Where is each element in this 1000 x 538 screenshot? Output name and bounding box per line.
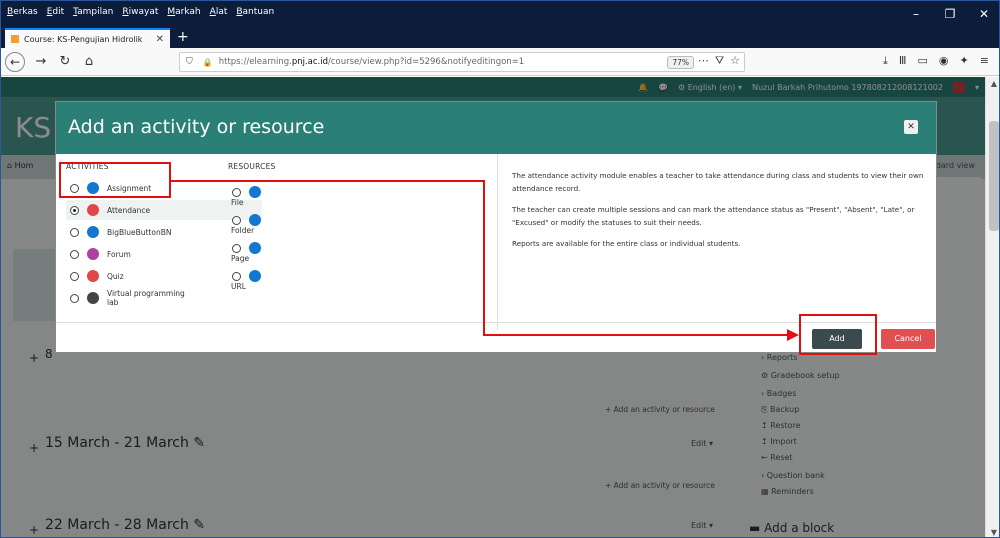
annotation-box-attendance — [59, 162, 171, 198]
menu-markah[interactable]: Markah — [167, 7, 200, 17]
activity-label: BigBlueButtonBN — [107, 227, 172, 237]
radio-button[interactable] — [70, 249, 79, 259]
tab-title: Course: KS-Pengujian Hidrolik — [24, 34, 143, 44]
activity-label: Quiz — [107, 271, 124, 281]
activity-option[interactable]: Quiz — [66, 266, 216, 286]
dialog-divider — [497, 154, 498, 330]
browser-navbar: ← → ↻ ⌂ ⛉ 🔒 https://elearning.pnj.ac.id/… — [1, 48, 999, 76]
activity-description: The attendance activity module enables a… — [512, 170, 930, 260]
resource-icon — [249, 242, 261, 254]
browser-menubar: Berkas Edit Tampilan Riwayat Markah Alat… — [1, 1, 999, 27]
back-icon[interactable]: ← — [5, 52, 25, 72]
extension-icon[interactable]: ✦ — [959, 54, 968, 68]
moodle-favicon-icon — [11, 35, 19, 43]
pocket-icon[interactable]: ⛛ — [715, 54, 724, 68]
activity-icon — [87, 226, 99, 238]
url-text: https://elearning.pnj.ac.id/course/view.… — [218, 57, 525, 67]
resources-column: RESOURCES File Folder Page URL — [228, 162, 328, 291]
cancel-button[interactable]: Cancel — [881, 329, 935, 349]
url-actions: ⋯ ⛛ ☆ — [698, 54, 740, 68]
radio-button[interactable] — [70, 293, 79, 303]
radio-button[interactable] — [232, 243, 241, 253]
activity-icon — [87, 270, 99, 282]
dialog-title: Add an activity or resource — [68, 116, 325, 138]
library-icon[interactable]: Ⅲ — [899, 54, 907, 68]
radio-button[interactable] — [232, 271, 241, 281]
download-icon[interactable]: ⤓ — [883, 54, 888, 68]
tracking-shield-icon[interactable]: ⛉ — [186, 57, 193, 67]
menu-alat[interactable]: Alat — [210, 7, 228, 17]
description-paragraph: The teacher can create multiple sessions… — [512, 205, 915, 227]
toolbar-icons: ⤓ Ⅲ ▭ ◉ ✦ ≡ — [883, 54, 989, 68]
bookmark-star-icon[interactable]: ☆ — [730, 54, 740, 68]
resource-option[interactable]: Page — [228, 242, 328, 263]
home-icon[interactable]: ⌂ — [79, 52, 99, 72]
scroll-up-icon[interactable]: ▲ — [986, 79, 999, 88]
resource-label: Folder — [231, 226, 255, 235]
radio-button[interactable] — [232, 215, 241, 225]
sidebar-icon[interactable]: ▭ — [917, 54, 927, 68]
radio-button[interactable] — [232, 187, 241, 197]
activity-icon — [87, 204, 99, 216]
menu-tampilan[interactable]: Tampilan — [73, 7, 113, 17]
activity-icon — [87, 292, 99, 304]
resource-option[interactable]: File — [228, 186, 328, 207]
resource-label: Page — [231, 254, 250, 263]
annotation-box-add — [799, 314, 877, 355]
minimize-icon[interactable]: – — [899, 1, 933, 27]
menu-berkas[interactable]: Berkas — [7, 7, 38, 17]
activity-label: Virtual programming lab — [107, 289, 185, 307]
menu-bantuan[interactable]: Bantuan — [236, 7, 274, 17]
radio-button[interactable] — [70, 227, 79, 237]
activity-label: Forum — [107, 249, 131, 259]
scroll-thumb[interactable] — [989, 121, 999, 231]
activity-icon — [87, 248, 99, 260]
resource-icon — [249, 214, 261, 226]
hamburger-menu-icon[interactable]: ≡ — [980, 54, 989, 68]
page-actions-icon[interactable]: ⋯ — [698, 54, 709, 68]
dialog-body: ACTIVITIES Assignment Attendance BigBlueBu… — [56, 154, 936, 330]
activity-option[interactable]: Virtual programming lab — [66, 288, 216, 308]
scroll-down-icon[interactable]: ▼ — [986, 528, 999, 537]
browser-tab[interactable]: Course: KS-Pengujian Hidrolik ✕ — [5, 28, 170, 48]
resource-icon — [249, 270, 261, 282]
resource-option[interactable]: Folder — [228, 214, 328, 235]
reload-icon[interactable]: ↻ — [55, 52, 75, 72]
address-bar[interactable]: ⛉ 🔒 https://elearning.pnj.ac.id/course/v… — [179, 52, 745, 72]
browser-tabbar: Course: KS-Pengujian Hidrolik ✕ + — [1, 27, 999, 48]
new-tab-icon[interactable]: + — [177, 29, 189, 45]
resource-label: File — [231, 198, 244, 207]
resource-option[interactable]: URL — [228, 270, 328, 291]
page-scrollbar[interactable]: ▲ ▼ — [985, 77, 999, 537]
radio-button[interactable] — [70, 205, 79, 215]
forward-icon[interactable]: → — [31, 52, 51, 72]
dialog-close-icon[interactable]: ✕ — [904, 120, 918, 134]
resource-icon — [249, 186, 261, 198]
lock-icon[interactable]: 🔒 — [203, 58, 213, 67]
restore-icon[interactable]: ❐ — [933, 1, 967, 27]
activity-option[interactable]: Forum — [66, 244, 216, 264]
activity-label: Attendance — [107, 205, 151, 215]
radio-button[interactable] — [70, 271, 79, 281]
description-paragraph: Reports are available for the entire cla… — [512, 239, 741, 248]
dialog-header: Add an activity or resource ✕ — [56, 102, 936, 154]
account-icon[interactable]: ◉ — [939, 54, 949, 68]
resources-header: RESOURCES — [228, 162, 276, 171]
menu-edit[interactable]: Edit — [47, 7, 64, 17]
description-paragraph: The attendance activity module enables a… — [512, 171, 924, 193]
resource-label: URL — [231, 282, 246, 291]
window-controls: – ❐ ✕ — [899, 1, 999, 27]
tab-close-icon[interactable]: ✕ — [156, 34, 164, 45]
activity-option[interactable]: BigBlueButtonBN — [66, 222, 216, 242]
close-window-icon[interactable]: ✕ — [967, 1, 999, 27]
menu-list: Berkas Edit Tampilan Riwayat Markah Alat… — [7, 7, 274, 17]
screenshot-frame: Berkas Edit Tampilan Riwayat Markah Alat… — [0, 0, 1000, 538]
zoom-indicator[interactable]: 77% — [667, 56, 694, 69]
menu-riwayat[interactable]: Riwayat — [122, 7, 158, 17]
